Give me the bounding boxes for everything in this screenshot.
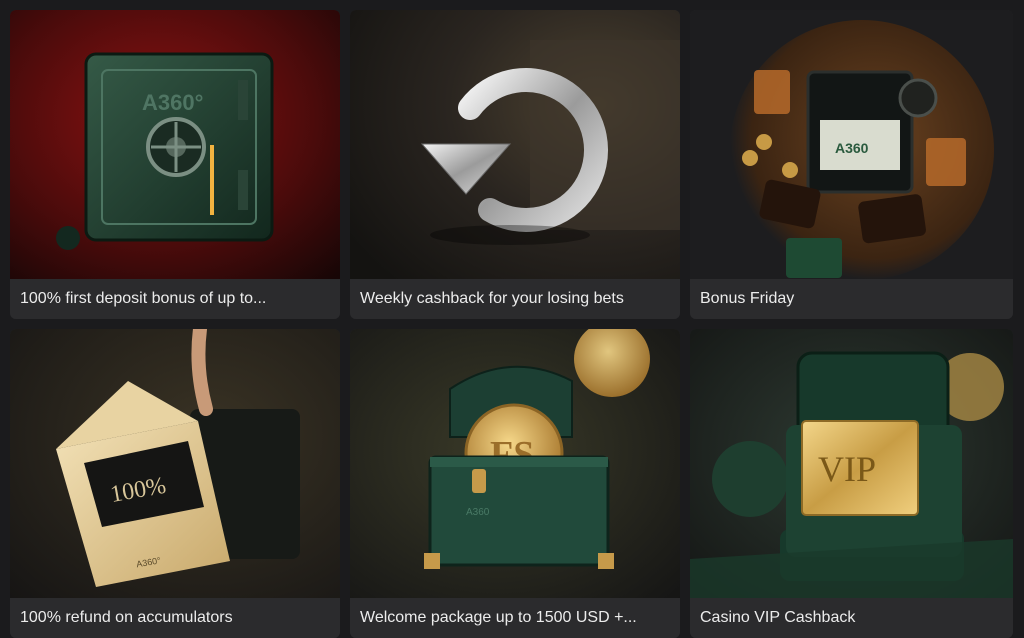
svg-text:VIP: VIP: [818, 449, 876, 489]
promo-card-vip-cashback[interactable]: VIP Casino VIP Cashback: [690, 329, 1013, 638]
svg-text:A360: A360: [835, 140, 869, 156]
promo-card-welcome-package[interactable]: FS A360 Welcome package up to 1500 USD +…: [350, 329, 680, 638]
safe-icon: A360°: [10, 10, 340, 279]
promo-title: Weekly cashback for your losing bets: [350, 279, 680, 319]
promo-card-accumulator-refund[interactable]: 100% A360° 100% refund on accumulators: [10, 329, 340, 638]
promo-title: Welcome package up to 1500 USD +...: [350, 598, 680, 638]
svg-text:A360: A360: [466, 507, 490, 518]
promo-title: Bonus Friday: [690, 279, 1013, 319]
treasure-chest-icon: FS A360: [350, 329, 680, 598]
envelope-icon: 100% A360°: [10, 329, 340, 598]
svg-text:A360°: A360°: [142, 90, 203, 115]
promo-title: 100% refund on accumulators: [10, 598, 340, 638]
promo-card-bonus-friday[interactable]: A360 Bonus Friday: [690, 10, 1013, 319]
promo-card-weekly-cashback[interactable]: Weekly cashback for your losing bets: [350, 10, 680, 319]
promo-title: Casino VIP Cashback: [690, 598, 1013, 638]
promotions-grid: A360° 100% first deposit bonus of up to.…: [10, 10, 1013, 638]
promo-card-first-deposit[interactable]: A360° 100% first deposit bonus of up to.…: [10, 10, 340, 319]
table-cards-icon: A360: [690, 10, 1013, 279]
promo-title: 100% first deposit bonus of up to...: [10, 279, 340, 319]
vip-card-icon: VIP: [690, 329, 1013, 598]
refresh-arrow-icon: [350, 10, 680, 279]
